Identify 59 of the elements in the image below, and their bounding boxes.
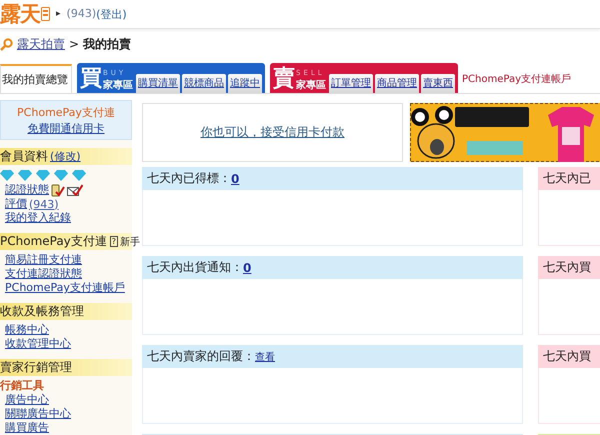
edit-link[interactable]: (修改) — [50, 149, 81, 164]
sidebar-link[interactable]: PChomePay支付連帳戶 — [5, 281, 125, 295]
sidebar-subheading: 行銷工具 — [0, 379, 44, 393]
sidebar-link[interactable]: 帳務中心 — [5, 323, 49, 337]
sidebar-link[interactable]: 收款管理中心 — [5, 337, 71, 351]
sidebar-link[interactable]: 支付連認證狀態 — [5, 267, 82, 281]
diamond-icon — [18, 170, 32, 181]
sell-glyph: 賣 — [273, 65, 295, 93]
panel-title: 七天內出貨通知： — [147, 259, 243, 276]
sidebar-link[interactable]: 我的登入紀錄 — [5, 211, 71, 225]
diamond-icon — [54, 170, 68, 181]
diamond-icon — [36, 170, 50, 181]
sidebar-link[interactable]: 認證狀態 — [5, 183, 49, 197]
help-icon[interactable]: ? — [110, 236, 118, 247]
diamond-icon — [72, 170, 86, 181]
nav-tab[interactable]: 訂單管理 — [329, 74, 373, 93]
panel-link[interactable]: 0 — [231, 172, 240, 186]
panel-link[interactable]: 查看 — [255, 350, 275, 364]
panel-title: 七天內買 — [543, 348, 591, 365]
sidebar-link[interactable]: 評價 — [5, 197, 27, 211]
arrow-marker: ▸ — [56, 9, 61, 19]
nav-tab[interactable]: 購買清單 — [136, 74, 180, 93]
section-title: 收款及帳務管理 — [0, 303, 84, 320]
section-label: 家專區 — [103, 78, 133, 93]
sidebar-link[interactable]: 簡易註冊支付連 — [5, 253, 82, 267]
section-title: 賣家行銷管理 — [0, 359, 72, 376]
panel-link[interactable]: 0 — [243, 260, 252, 274]
panel-title: 七天內賣家的回覆： — [147, 348, 255, 365]
phone-check-icon — [51, 184, 65, 196]
logo-badge-icon — [41, 7, 50, 21]
promo-link[interactable]: 免費開通信用卡 — [28, 120, 104, 136]
section-title: PChomePay支付連 — [0, 233, 107, 250]
buy-glyph: 買 — [80, 65, 102, 93]
nav-tab[interactable]: 商品管理 — [375, 74, 419, 93]
logout-link[interactable]: (登出) — [96, 6, 127, 22]
overview-tab[interactable]: 我的拍賣總覽 — [0, 64, 72, 93]
help-link[interactable]: 新手 — [120, 234, 140, 248]
section-label: 家專區 — [296, 78, 326, 93]
sidebar-link[interactable]: 關聯廣告中心 — [5, 407, 71, 421]
account-link[interactable]: PChomePay支付連帳戶 — [462, 72, 571, 86]
sidebar-link[interactable]: 購買廣告 — [5, 421, 49, 435]
section-title: 會員資料 — [0, 148, 48, 165]
envelope-check-icon — [67, 184, 83, 196]
breadcrumb-link[interactable]: 露天拍賣 — [17, 36, 65, 52]
breadcrumb-separator: > — [69, 37, 80, 51]
panel-title: 七天內已 — [543, 170, 591, 187]
sidebar-link[interactable]: 廣告中心 — [5, 393, 49, 407]
rating-count: (943) — [66, 6, 96, 22]
panel-title: 七天內已得標： — [147, 170, 231, 187]
diamond-icon — [0, 170, 14, 181]
promo-title: PChomePay支付連 — [17, 104, 115, 120]
nav-tab[interactable]: 追蹤中 — [228, 74, 262, 93]
rating-count[interactable]: (943) — [29, 198, 59, 210]
breadcrumb-current: 我的拍賣 — [83, 36, 132, 52]
nav-tab[interactable]: 賣東西 — [421, 74, 455, 93]
search-icon — [0, 38, 13, 50]
nav-tab[interactable]: 競標商品 — [182, 74, 226, 93]
panel-title: 七天內買 — [543, 259, 591, 276]
promo-link[interactable]: 你也可以，接受信用卡付款 — [200, 124, 344, 141]
